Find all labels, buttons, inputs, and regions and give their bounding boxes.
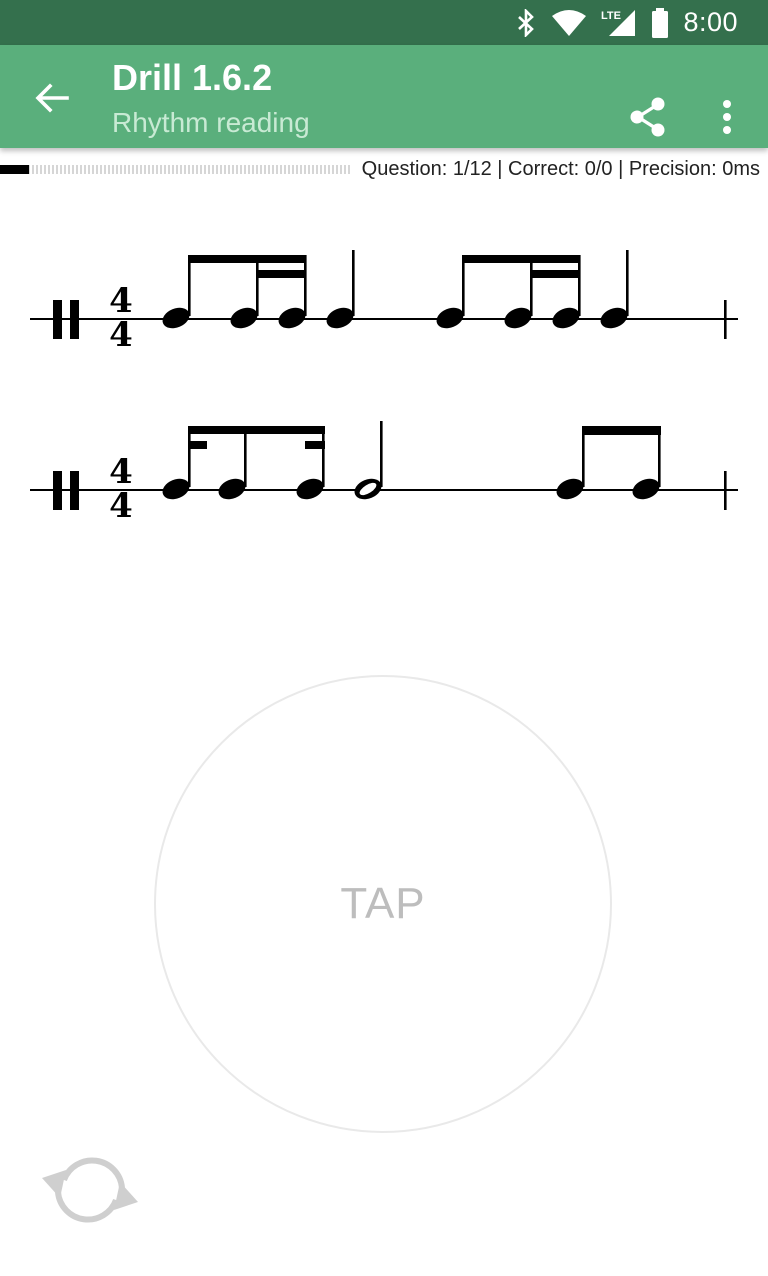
notation-row-2: 4 4 [30,421,738,526]
bar-line [724,471,727,510]
status-time: 8:00 [683,7,738,37]
quarter-note [597,250,631,333]
time-signature-bottom: 4 [109,315,133,355]
half-note [351,421,385,504]
page-subtitle: Rhythm reading [112,107,310,138]
note-group-sixteenth-eighth-sixteenth [159,426,327,504]
time-signature: 4 4 [109,452,133,526]
status-bar: LTE 8:00 [0,0,768,45]
note-group-eighth-sixteenths [159,255,309,333]
status-icons: LTE 8:00 [515,0,738,45]
progress-bar-fill [0,165,29,174]
time-signature: 4 4 [109,281,133,355]
share-button[interactable] [622,91,674,143]
lte-label: LTE [601,10,621,22]
battery-icon [652,7,669,38]
back-button[interactable] [24,70,80,126]
wifi-icon [552,9,587,36]
lte-signal-icon: LTE [601,9,636,36]
back-arrow-icon [35,83,69,113]
page-title: Drill 1.6.2 [112,57,273,98]
notation-row-1: 4 4 [30,250,738,355]
time-signature-bottom: 4 [109,486,133,526]
quarter-note [323,250,357,333]
note-group-eighth-sixteenths [433,255,583,333]
tap-label: TAP [340,879,426,928]
tap-button[interactable]: TAP [154,675,612,1133]
app-bar: Drill 1.6.2 Rhythm reading [0,45,768,148]
bar-line [724,300,727,339]
more-options-button[interactable] [704,91,750,143]
refresh-button[interactable] [40,1148,140,1232]
progress-bar [0,165,350,174]
rhythm-notation: 4 4 4 4 [30,250,738,526]
note-group-eighth-pair [553,426,663,504]
bluetooth-icon [518,8,535,37]
share-icon [630,97,665,137]
more-vert-icon [723,100,731,134]
refresh-icon [42,1157,138,1223]
stats-text: Question: 1/12 | Correct: 0/0 | Precisio… [361,158,760,180]
